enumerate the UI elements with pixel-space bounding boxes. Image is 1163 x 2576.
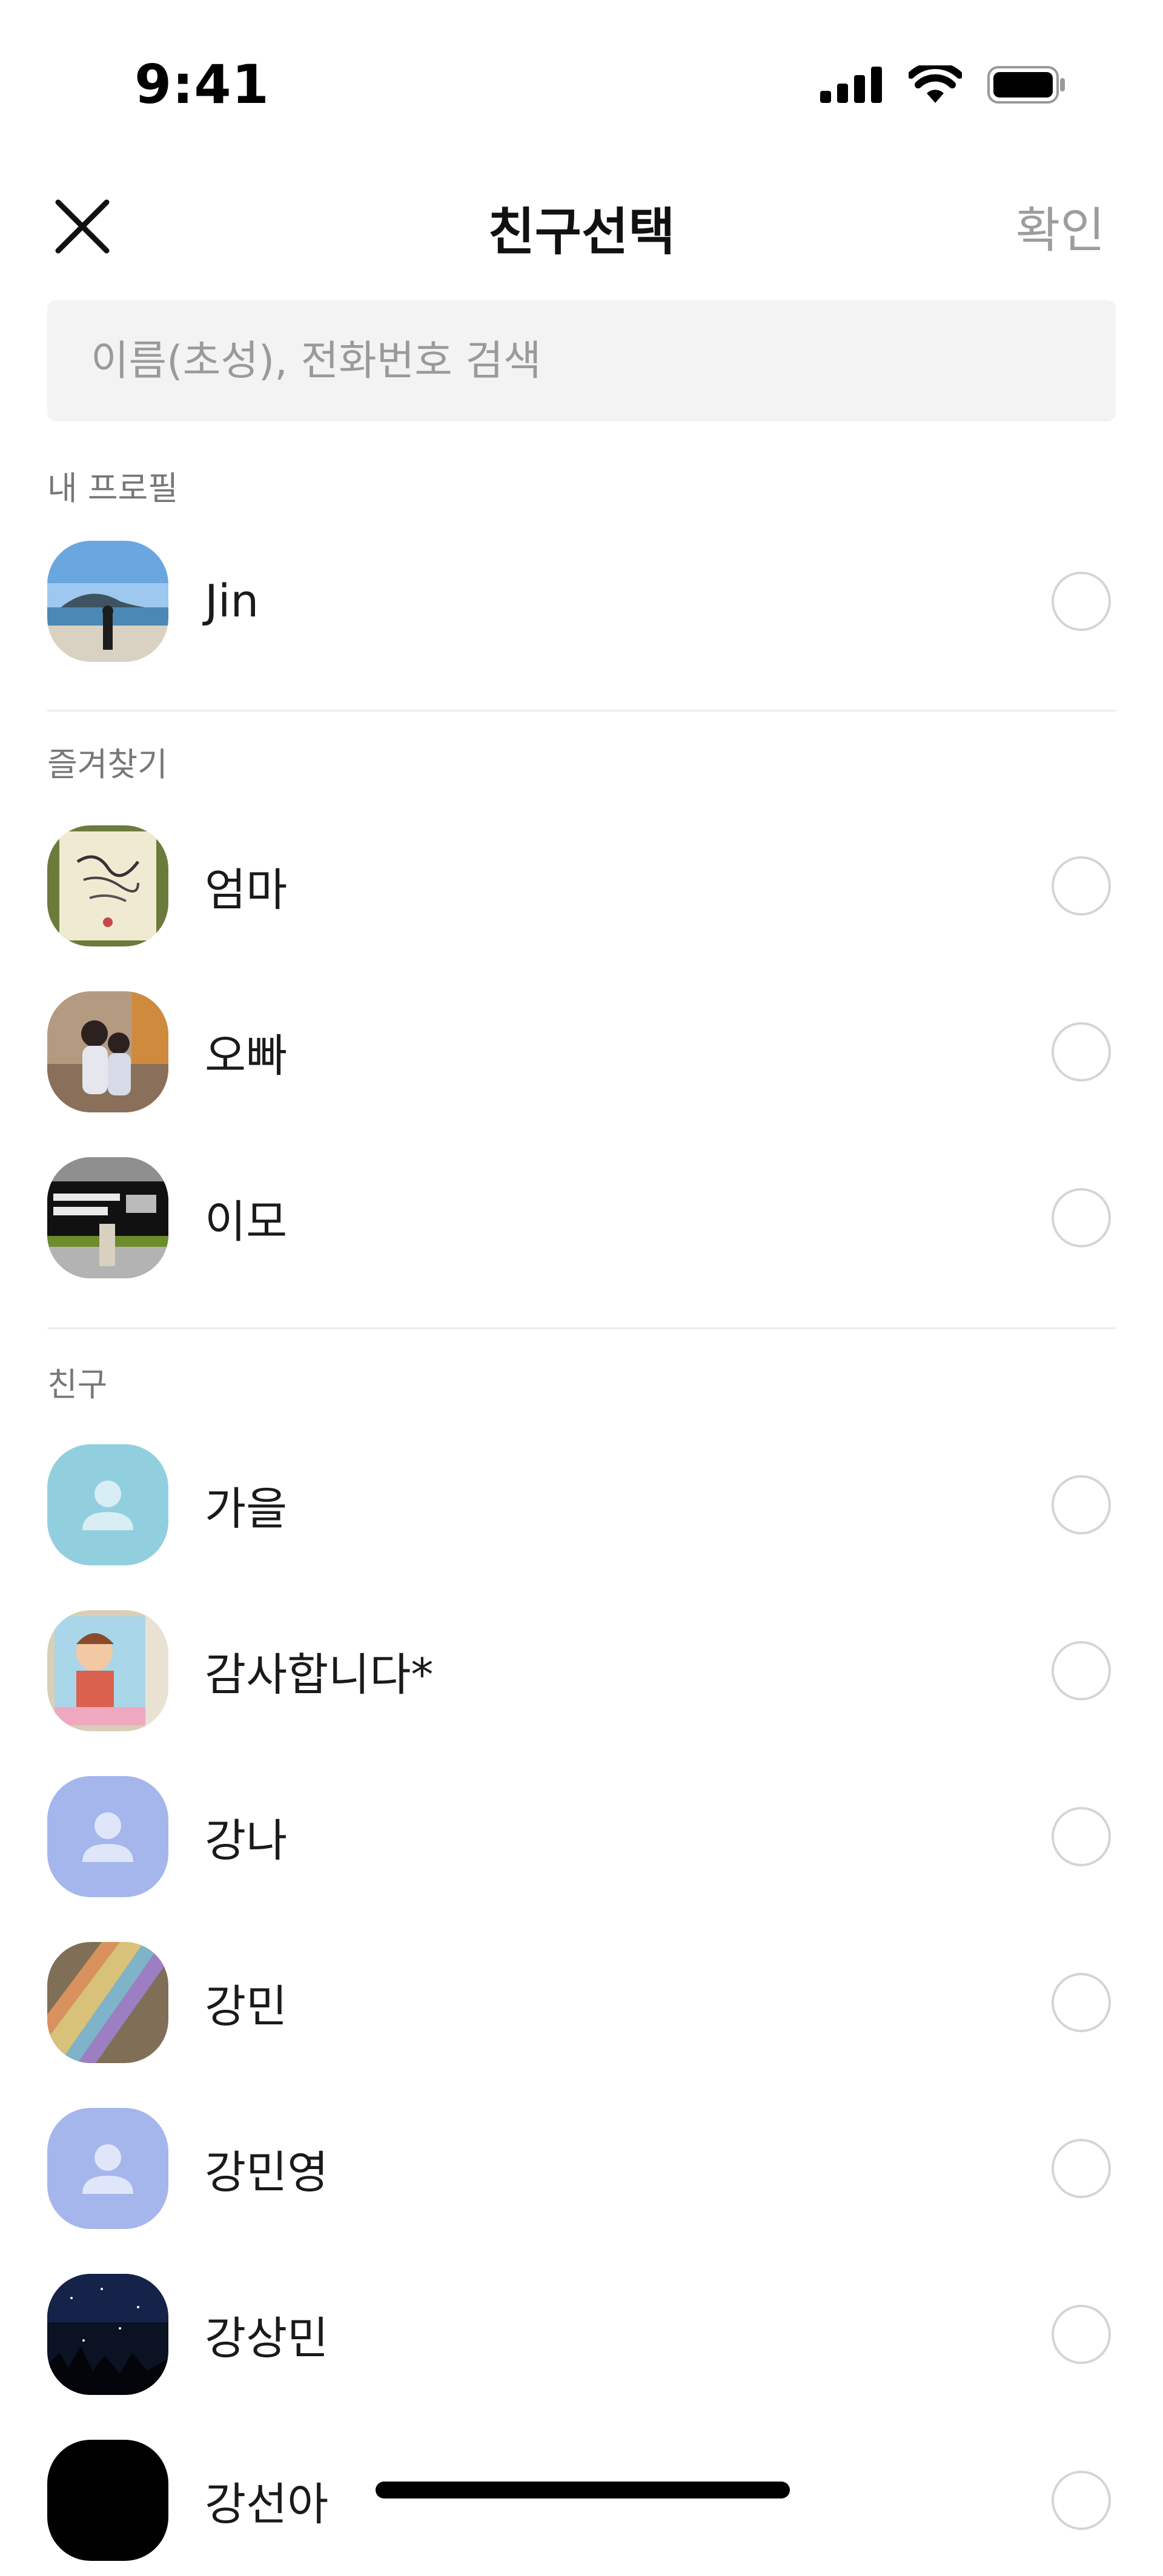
avatar	[47, 2440, 168, 2561]
avatar	[47, 1942, 168, 2063]
profile-photo	[47, 991, 168, 1112]
contact-name: 강민영	[205, 2146, 329, 2199]
confirm-button[interactable]: 확인	[1016, 191, 1105, 262]
select-radio[interactable]	[1052, 1475, 1111, 1534]
person-silhouette-icon	[82, 1481, 133, 1530]
status-time: 9:41	[134, 53, 270, 116]
list-item[interactable]: Jin	[0, 526, 1163, 677]
avatar	[47, 541, 168, 662]
status-icons	[820, 65, 1066, 104]
section-label-friends: 친구	[47, 1366, 108, 1404]
person-silhouette-icon	[82, 2144, 133, 2194]
avatar	[47, 1610, 168, 1731]
select-radio[interactable]	[1052, 1022, 1111, 1082]
avatar	[47, 991, 168, 1112]
section-label-favorites: 즐겨찾기	[47, 745, 168, 784]
avatar	[47, 1444, 168, 1565]
status-bar: 9:41	[0, 0, 1163, 151]
profile-photo	[47, 1942, 168, 2063]
contact-name: 강민	[205, 1980, 288, 2033]
wifi-icon	[909, 65, 962, 103]
select-radio[interactable]	[1052, 1188, 1111, 1247]
select-radio[interactable]	[1052, 856, 1111, 916]
contact-name: 가을	[205, 1482, 288, 1535]
select-radio[interactable]	[1052, 2305, 1111, 2364]
select-radio[interactable]	[1052, 1973, 1111, 2032]
list-item[interactable]: 강민	[0, 1927, 1163, 2078]
contact-name: 오빠	[205, 1029, 288, 1082]
list-item[interactable]: 감사합니다*	[0, 1595, 1163, 1746]
profile-photo	[47, 2274, 168, 2395]
list-item[interactable]: 강민영	[0, 2093, 1163, 2244]
divider	[47, 1327, 1116, 1329]
avatar	[47, 825, 168, 946]
page-title: 친구선택	[488, 202, 675, 262]
signal-icon	[820, 67, 882, 103]
list-item[interactable]: 강선아	[0, 2425, 1163, 2576]
select-radio[interactable]	[1052, 2471, 1111, 2530]
list-item[interactable]: 엄마	[0, 810, 1163, 962]
contact-name: 강선아	[205, 2478, 329, 2531]
list-item[interactable]: 강나	[0, 1761, 1163, 1912]
contact-name: 엄마	[205, 864, 288, 916]
profile-photo	[47, 541, 168, 662]
contact-name: 이모	[205, 1195, 288, 1248]
person-silhouette-icon	[82, 1812, 133, 1862]
list-item[interactable]: 오빠	[0, 976, 1163, 1128]
select-radio[interactable]	[1052, 1807, 1111, 1866]
contact-name: 강나	[205, 1814, 288, 1867]
battery-icon	[987, 66, 1065, 104]
profile-photo	[47, 825, 168, 946]
list-item[interactable]: 강상민	[0, 2259, 1163, 2410]
avatar	[47, 1157, 168, 1278]
search-input[interactable]	[47, 300, 1116, 421]
select-radio[interactable]	[1052, 2139, 1111, 2198]
navigation-bar: 친구선택 확인	[0, 151, 1163, 297]
list-item[interactable]: 이모	[0, 1142, 1163, 1293]
contact-name: 감사합니다*	[205, 1648, 434, 1701]
select-radio[interactable]	[1052, 1641, 1111, 1700]
section-label-my-profile: 내 프로필	[47, 469, 178, 507]
list-item[interactable]: 가을	[0, 1429, 1163, 1580]
contact-name: Jin	[205, 575, 259, 627]
profile-photo	[47, 1610, 168, 1731]
select-radio[interactable]	[1052, 572, 1111, 631]
search-box	[47, 300, 1116, 421]
avatar	[47, 1776, 168, 1897]
avatar	[47, 2108, 168, 2229]
contact-name: 강상민	[205, 2312, 329, 2365]
divider	[47, 710, 1116, 712]
avatar	[47, 2274, 168, 2395]
home-indicator	[376, 2482, 790, 2498]
profile-photo	[47, 1157, 168, 1278]
